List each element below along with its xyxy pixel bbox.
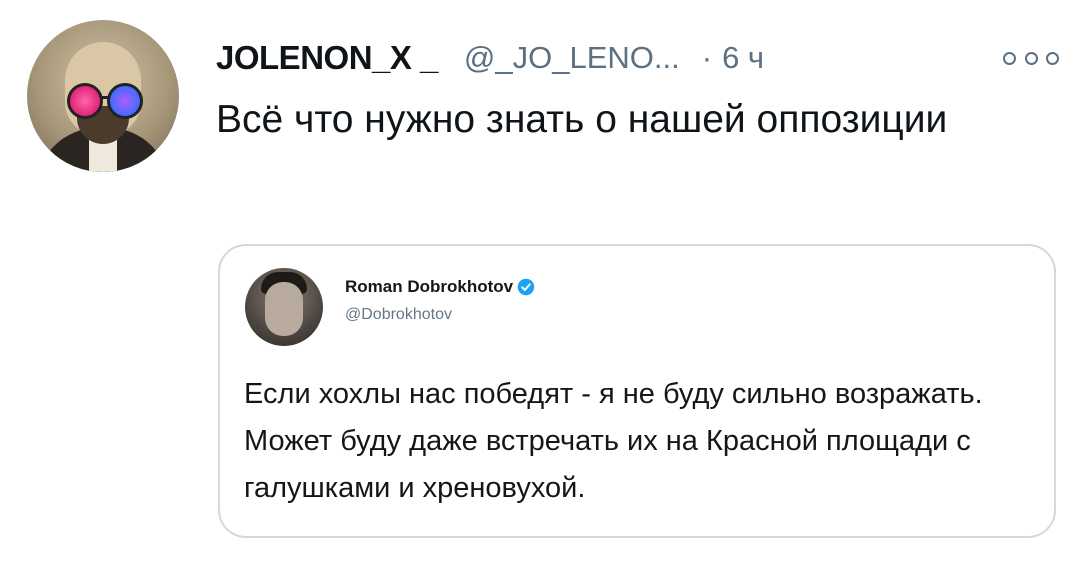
more-dot [1024, 51, 1038, 65]
quoted-tweet[interactable]: Roman Dobrokhotov @Dobrokhotov Если хохл… [218, 244, 1056, 538]
tweet: JOLENON_X _ @_JO_LENO... · 6 ч Всё что н… [0, 0, 1080, 571]
avatar-face [265, 282, 303, 336]
more-dot [1046, 51, 1059, 65]
avatar-glasses-bridge [100, 96, 110, 99]
tweet-text: Всё что нужно знать о нашей оппозиции [216, 98, 948, 141]
quoted-name-row: Roman Dobrokhotov [345, 277, 535, 297]
avatar-glasses-left [67, 83, 103, 119]
tweet-timestamp[interactable]: 6 ч [722, 40, 764, 76]
more-horizontal-icon[interactable] [1003, 50, 1059, 66]
author-avatar[interactable] [27, 20, 179, 172]
avatar-glasses-right [107, 83, 143, 119]
quoted-author-name[interactable]: Roman Dobrokhotov [345, 277, 513, 297]
quoted-tweet-text: Если хохлы нас победят - я не буду сильн… [244, 378, 983, 504]
more-dot [1003, 51, 1016, 65]
quoted-author-avatar[interactable] [245, 268, 323, 346]
author-name[interactable]: JOLENON_X _ [216, 39, 438, 77]
separator-dot: · [701, 40, 713, 75]
verified-badge-icon [517, 278, 535, 296]
author-handle[interactable]: @_JO_LENO... [464, 40, 680, 76]
quoted-author-handle[interactable]: @Dobrokhotov [345, 306, 452, 324]
tweet-header: JOLENON_X _ @_JO_LENO... · 6 ч [216, 30, 1056, 86]
